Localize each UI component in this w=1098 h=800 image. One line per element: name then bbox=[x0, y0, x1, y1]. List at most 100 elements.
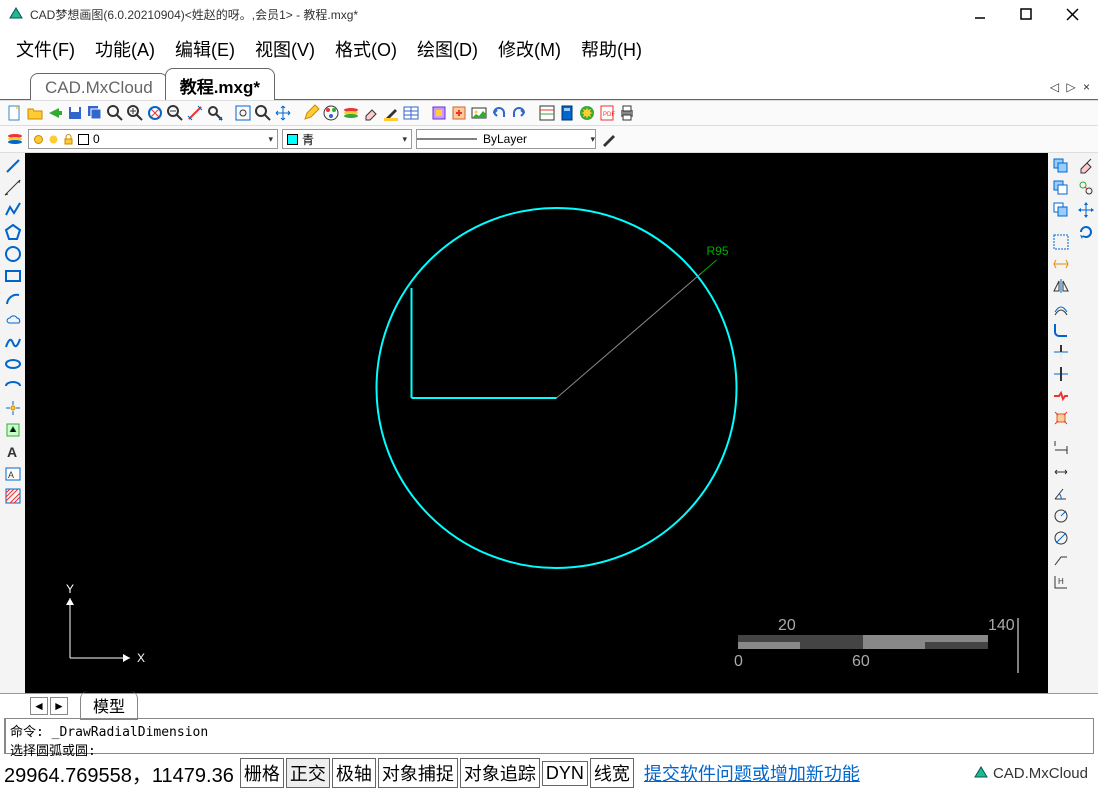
rectangle-icon[interactable] bbox=[4, 267, 22, 285]
close-button[interactable] bbox=[1058, 4, 1086, 24]
moveobj-icon[interactable] bbox=[1077, 201, 1095, 219]
osnap-toggle[interactable]: 对象捕捉 bbox=[378, 758, 458, 788]
dim-radius-icon[interactable] bbox=[1052, 507, 1070, 525]
ellipse-icon[interactable] bbox=[4, 355, 22, 373]
arrow-icon[interactable] bbox=[46, 104, 64, 122]
redo-icon[interactable] bbox=[510, 104, 528, 122]
text-a-icon[interactable]: A bbox=[4, 443, 22, 461]
dim-angular-icon[interactable] bbox=[1052, 485, 1070, 503]
zoom-in-icon[interactable] bbox=[126, 104, 144, 122]
highlight-icon[interactable] bbox=[382, 104, 400, 122]
color-icon[interactable] bbox=[322, 104, 340, 122]
menu-help[interactable]: 帮助(H) bbox=[575, 34, 648, 64]
ellipsearc-icon[interactable] bbox=[4, 377, 22, 395]
selectall-icon[interactable] bbox=[1052, 233, 1070, 251]
dim-leader-icon[interactable] bbox=[1052, 551, 1070, 569]
open-icon[interactable] bbox=[26, 104, 44, 122]
zoom-realtime-icon[interactable] bbox=[254, 104, 272, 122]
dim-ordinate-icon[interactable]: H bbox=[1052, 573, 1070, 591]
polyline-icon[interactable] bbox=[4, 201, 22, 219]
command-box[interactable]: 命令: _DrawRadialDimension 选择圆弧或圆: bbox=[4, 718, 1094, 754]
hatch-icon[interactable] bbox=[4, 487, 22, 505]
viewtab-next[interactable]: ► bbox=[50, 697, 68, 715]
view-tab-model[interactable]: 模型 bbox=[80, 691, 138, 720]
image-icon[interactable] bbox=[470, 104, 488, 122]
offset-icon[interactable] bbox=[1052, 299, 1070, 317]
properties-icon[interactable] bbox=[538, 104, 556, 122]
zoom-prev-icon[interactable] bbox=[166, 104, 184, 122]
insert-icon[interactable] bbox=[450, 104, 468, 122]
calc-icon[interactable] bbox=[558, 104, 576, 122]
zoom-all-icon[interactable] bbox=[234, 104, 252, 122]
spline-icon[interactable] bbox=[4, 333, 22, 351]
dim-diameter-icon[interactable] bbox=[1052, 529, 1070, 547]
copyobj-icon[interactable] bbox=[1077, 179, 1095, 197]
explode-icon[interactable] bbox=[1052, 409, 1070, 427]
trim-icon[interactable] bbox=[1052, 343, 1070, 361]
copy-icon[interactable] bbox=[1052, 157, 1070, 175]
block-insert-icon[interactable] bbox=[4, 421, 22, 439]
ortho-toggle[interactable]: 正交 bbox=[286, 758, 330, 788]
polar-toggle[interactable]: 极轴 bbox=[332, 758, 376, 788]
dim-linear-icon[interactable] bbox=[1052, 441, 1070, 459]
drawing-canvas[interactable]: R95 X Y 20 140 0 60 bbox=[25, 153, 1048, 693]
brush-icon[interactable] bbox=[600, 130, 618, 148]
paste-icon[interactable] bbox=[1052, 201, 1070, 219]
eraser-icon[interactable] bbox=[362, 104, 380, 122]
block-icon[interactable] bbox=[430, 104, 448, 122]
menu-format[interactable]: 格式(O) bbox=[329, 34, 403, 64]
layers-icon[interactable] bbox=[342, 104, 360, 122]
tab-mxcloud[interactable]: CAD.MxCloud bbox=[30, 73, 168, 100]
grid-toggle[interactable]: 栅格 bbox=[240, 758, 284, 788]
viewtab-prev[interactable]: ◄ bbox=[30, 697, 48, 715]
tab-nav[interactable]: ◁ ▷ × bbox=[1050, 80, 1092, 94]
menu-edit[interactable]: 编辑(E) bbox=[169, 34, 241, 64]
layer-selector[interactable]: 0 ▾ bbox=[28, 129, 278, 149]
table-icon[interactable] bbox=[402, 104, 420, 122]
line-icon[interactable] bbox=[4, 157, 22, 175]
maximize-button[interactable] bbox=[1012, 4, 1040, 24]
stretch-icon[interactable] bbox=[1052, 255, 1070, 273]
menu-function[interactable]: 功能(A) bbox=[89, 34, 161, 64]
arc-icon[interactable] bbox=[4, 289, 22, 307]
lweight-toggle[interactable]: 线宽 bbox=[590, 758, 634, 788]
feedback-link[interactable]: 提交软件问题或增加新功能 bbox=[644, 760, 860, 786]
polygon-icon[interactable] bbox=[4, 223, 22, 241]
pen-icon[interactable] bbox=[302, 104, 320, 122]
extend-icon[interactable] bbox=[1052, 365, 1070, 383]
linetype-selector[interactable]: ByLayer ▾ bbox=[416, 129, 596, 149]
pan-icon[interactable] bbox=[206, 104, 224, 122]
zoom-window-icon[interactable] bbox=[106, 104, 124, 122]
new-icon[interactable] bbox=[6, 104, 24, 122]
mtext-icon[interactable]: A bbox=[4, 465, 22, 483]
pdf-icon[interactable]: PDF bbox=[598, 104, 616, 122]
mirror-icon[interactable] bbox=[1052, 277, 1070, 295]
color-selector[interactable]: 青 ▾ bbox=[282, 129, 412, 149]
break-icon[interactable] bbox=[1052, 387, 1070, 405]
menu-modify[interactable]: 修改(M) bbox=[492, 34, 567, 64]
erase-icon[interactable] bbox=[1077, 157, 1095, 175]
settings-icon[interactable] bbox=[578, 104, 596, 122]
minimize-button[interactable] bbox=[966, 4, 994, 24]
point-icon[interactable] bbox=[4, 399, 22, 417]
revcloud-icon[interactable] bbox=[4, 311, 22, 329]
save-icon[interactable] bbox=[66, 104, 84, 122]
menu-file[interactable]: 文件(F) bbox=[10, 34, 81, 64]
zoom-extents-icon[interactable] bbox=[146, 104, 164, 122]
move-icon[interactable] bbox=[274, 104, 292, 122]
otrack-toggle[interactable]: 对象追踪 bbox=[460, 758, 540, 788]
tab-current-doc[interactable]: 教程.mxg* bbox=[165, 68, 275, 100]
rotate-icon[interactable] bbox=[1077, 223, 1095, 241]
xline-icon[interactable] bbox=[4, 179, 22, 197]
copy2-icon[interactable] bbox=[1052, 179, 1070, 197]
undo-icon[interactable] bbox=[490, 104, 508, 122]
menu-draw[interactable]: 绘图(D) bbox=[411, 34, 484, 64]
layer-manager-icon[interactable] bbox=[6, 130, 24, 148]
dim-aligned-icon[interactable] bbox=[1052, 463, 1070, 481]
dyn-toggle[interactable]: DYN bbox=[542, 761, 588, 786]
menu-view[interactable]: 视图(V) bbox=[249, 34, 321, 64]
print-icon[interactable] bbox=[618, 104, 636, 122]
fillet-icon[interactable] bbox=[1052, 321, 1070, 339]
circle-icon[interactable] bbox=[4, 245, 22, 263]
saveall-icon[interactable] bbox=[86, 104, 104, 122]
